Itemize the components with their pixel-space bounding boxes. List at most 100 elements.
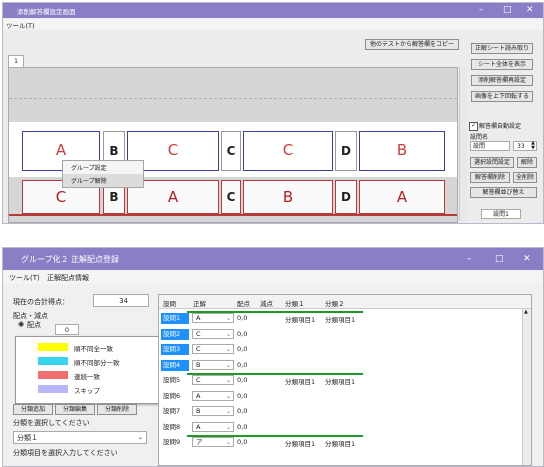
- answer-cell[interactable]: C: [243, 131, 333, 171]
- minimize-icon[interactable]: –: [467, 254, 472, 264]
- score-value[interactable]: 0,0: [237, 314, 247, 322]
- chevron-down-icon[interactable]: ⌄: [138, 432, 143, 444]
- question-cell[interactable]: 設問2: [161, 328, 189, 340]
- chevron-down-icon[interactable]: ⌄: [226, 423, 231, 432]
- score-value[interactable]: 0,0: [237, 345, 247, 353]
- chevron-down-icon[interactable]: ⌄: [226, 392, 231, 401]
- menu-tools[interactable]: ツール(T): [9, 273, 40, 283]
- question-number-stepper[interactable]: 33 ▲ ▼: [513, 141, 537, 151]
- chevron-down-icon[interactable]: ⌄: [226, 314, 231, 323]
- read-answer-sheet-button[interactable]: 正解シート読み取り: [471, 43, 533, 54]
- score-value[interactable]: 0,0: [237, 361, 247, 369]
- table-row[interactable]: 設問6 A ⌄ 0,0: [159, 389, 521, 405]
- answer-select[interactable]: A ⌄: [192, 421, 234, 432]
- vertical-scrollbar[interactable]: [459, 67, 467, 221]
- chevron-down-icon[interactable]: ⌄: [226, 330, 231, 339]
- question-cell[interactable]: 設問3: [161, 344, 189, 355]
- delete-category-button[interactable]: 分類削除: [97, 404, 137, 415]
- chevron-down-icon[interactable]: ⌄: [226, 345, 231, 354]
- question-name-input[interactable]: 設問: [470, 141, 510, 151]
- category2-value[interactable]: 分類項目1: [325, 376, 355, 386]
- chevron-down-icon[interactable]: ⌄: [226, 376, 231, 385]
- answer-select[interactable]: C ⌄: [192, 344, 234, 354]
- question-cell[interactable]: 設問9: [161, 437, 189, 448]
- score-value[interactable]: 0,0: [237, 423, 247, 431]
- category1-value[interactable]: 分類項目1: [285, 438, 315, 448]
- delete-answer-field-button[interactable]: 解答欄削除: [470, 172, 510, 183]
- table-row[interactable]: 設問1 A ⌄ 0,0 分類項目1 分類項目1: [159, 311, 521, 327]
- close-icon[interactable]: ✕: [526, 5, 534, 15]
- answer-cell[interactable]: B: [359, 131, 445, 171]
- answer-field-settings-window: 添削解答欄設定画面 – □ ✕ ツール(T) 他のテストから解答欄をコピー 1 …: [2, 2, 544, 224]
- select-question-set-button[interactable]: 選択設問設定: [470, 157, 514, 168]
- minimize-icon[interactable]: –: [479, 5, 484, 15]
- rotate-image-button[interactable]: 画像を上下回転する: [471, 91, 533, 102]
- table-row[interactable]: 設問2 C ⌄ 0,0: [159, 327, 521, 343]
- menu-item-group-release[interactable]: グループ解除: [63, 174, 143, 187]
- answer-cell[interactable]: B: [243, 180, 333, 214]
- score-value[interactable]: 0,0: [237, 407, 247, 415]
- copy-from-other-test-button[interactable]: 他のテストから解答欄をコピー: [365, 39, 459, 50]
- category1-value[interactable]: 分類項目1: [285, 314, 315, 324]
- score-value[interactable]: 0,0: [237, 376, 247, 384]
- question-select[interactable]: 設問1: [481, 209, 521, 219]
- maximize-icon[interactable]: □: [495, 254, 504, 264]
- sheet-dashed-line: [9, 98, 457, 99]
- category1-value[interactable]: 分類項目1: [285, 376, 315, 386]
- reorder-answer-fields-button[interactable]: 解答欄並び替え: [470, 187, 537, 198]
- release-button[interactable]: 解除: [517, 157, 537, 168]
- answer-cell-key[interactable]: D: [335, 131, 357, 171]
- answer-value: C: [196, 329, 201, 338]
- menu-tools[interactable]: ツール(T): [6, 20, 35, 30]
- menu-item-group-set[interactable]: グループ設定: [63, 161, 143, 174]
- question-cell[interactable]: 設問5: [161, 375, 189, 386]
- score-value[interactable]: 0,0: [237, 330, 247, 338]
- table-row[interactable]: 設問3 C ⌄ 0,0: [159, 342, 521, 358]
- answer-select[interactable]: C ⌄: [192, 328, 234, 339]
- category2-value[interactable]: 分類項目1: [325, 438, 355, 448]
- question-cell[interactable]: 設問7: [161, 406, 189, 417]
- show-whole-sheet-button[interactable]: シート全体を表示: [471, 59, 533, 70]
- sheet-canvas[interactable]: A B C C C D B C B A C B D A グループ設定 グループ解…: [8, 67, 458, 223]
- answer-select[interactable]: B ⌄: [192, 406, 234, 416]
- answer-value: A: [196, 391, 201, 400]
- answer-select[interactable]: ア ⌄: [192, 437, 234, 447]
- chevron-down-icon[interactable]: ⌄: [226, 361, 231, 370]
- chevron-down-icon[interactable]: ⌄: [226, 438, 231, 447]
- question-cell[interactable]: 設問8: [161, 422, 189, 433]
- close-icon[interactable]: ✕: [523, 254, 531, 264]
- answer-cell[interactable]: A: [359, 180, 445, 214]
- answer-select[interactable]: B ⌄: [192, 359, 234, 370]
- delete-all-button[interactable]: 全削除: [513, 172, 537, 183]
- category-select[interactable]: 分類１ ⌄: [13, 431, 147, 444]
- scroll-up-icon[interactable]: ▲: [524, 309, 528, 315]
- auto-setting-checkbox[interactable]: ✓: [469, 122, 478, 131]
- table-row[interactable]: 設問9 ア ⌄ 0,0 分類項目1 分類項目1: [159, 435, 521, 451]
- score-input[interactable]: 0: [55, 324, 79, 335]
- table-row[interactable]: 設問4 B ⌄ 0,0: [159, 358, 521, 374]
- answer-select[interactable]: C ⌄: [192, 375, 234, 385]
- answer-cell-key[interactable]: D: [335, 180, 357, 214]
- score-value[interactable]: 0,0: [237, 438, 247, 446]
- maximize-icon[interactable]: □: [503, 5, 512, 15]
- question-cell[interactable]: 設問6: [161, 391, 189, 402]
- category2-value[interactable]: 分類項目1: [325, 314, 355, 324]
- table-row[interactable]: 設問5 C ⌄ 0,0 分類項目1 分類項目1: [159, 373, 521, 389]
- score-value[interactable]: 0,0: [237, 392, 247, 400]
- table-row[interactable]: 設問8 A ⌄ 0,0: [159, 420, 521, 436]
- answer-select[interactable]: A ⌄: [192, 313, 234, 323]
- question-cell[interactable]: 設問1: [161, 313, 189, 324]
- stepper-arrows-icon[interactable]: ▲ ▼: [531, 141, 535, 151]
- answer-select[interactable]: A ⌄: [192, 390, 234, 401]
- chevron-down-icon[interactable]: ⌄: [226, 407, 231, 416]
- score-radio-icon[interactable]: ◉: [18, 320, 24, 328]
- vertical-scrollbar[interactable]: ▲: [522, 309, 531, 465]
- question-cell[interactable]: 設問4: [161, 359, 189, 371]
- menu-score-info[interactable]: 正解配点情報: [47, 273, 89, 283]
- add-category-button[interactable]: 分類追加: [13, 404, 53, 415]
- answer-cell-key[interactable]: C: [221, 131, 241, 171]
- reset-answer-field-button[interactable]: 添削解答欄再設定: [471, 75, 533, 86]
- edit-category-button[interactable]: 分類編集: [55, 404, 95, 415]
- answer-cell-key[interactable]: C: [221, 180, 241, 214]
- table-row[interactable]: 設問7 B ⌄ 0,0: [159, 404, 521, 420]
